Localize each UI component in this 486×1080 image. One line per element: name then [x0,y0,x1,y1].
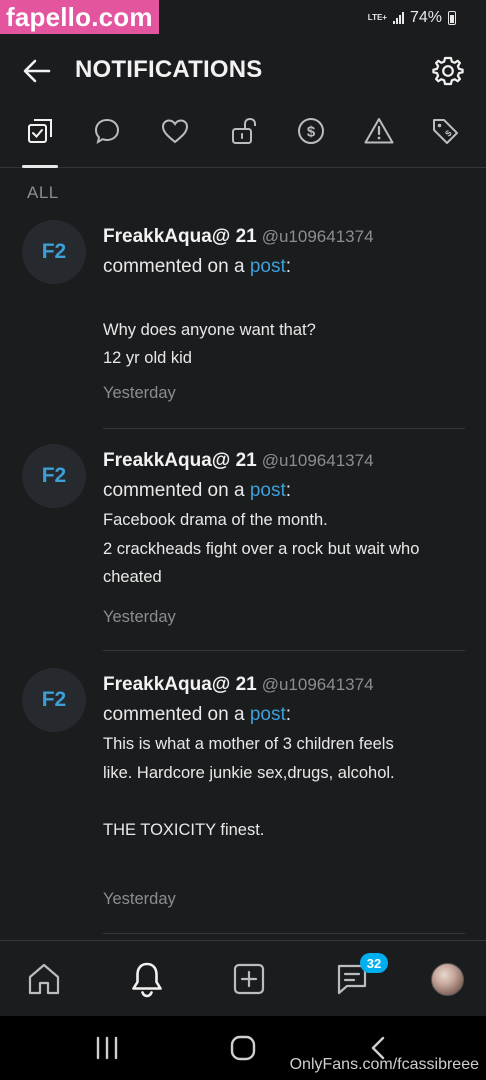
notification-body: FreakkAqua@ 21 @u109641374 commented on a… [103,448,473,626]
notification-body: FreakkAqua@ 21 @u109641374 commented on a… [103,224,473,402]
checklist-icon [28,119,52,143]
timestamp: Yesterday [103,890,176,908]
add-post-icon [233,963,265,995]
comment-text: This is what a mother of 3 children feel… [103,730,473,844]
status-indicators: LTE+ 74% [368,9,456,27]
comment-icon [94,118,120,145]
home-system-button[interactable] [228,1034,258,1062]
post-link[interactable]: post [250,704,286,725]
user-handle[interactable]: @u109641374 [262,675,374,694]
page-title: NOTIFICATIONS [75,56,263,83]
action-line: commented on a post: [103,701,473,729]
nav-notifications[interactable] [127,959,167,999]
avatar[interactable]: F2 [22,444,86,508]
notification-item[interactable]: F2 FreakkAqua@ 21 @u109641374 commented o… [0,668,486,938]
comment-line: THE TOXICITY finest. [103,820,265,839]
system-nav-bar: OnlyFans.com/fcassibreee [0,1016,486,1080]
name-line: FreakkAqua@ 21 @u109641374 [103,448,473,474]
comment-line: cheated [103,568,162,586]
messages-badge: 32 [360,953,388,973]
action-line: commented on a post: [103,477,473,505]
watermark-text: OnlyFans.com/fcassibreee [289,1056,479,1073]
notification-body: FreakkAqua@ 21 @u109641374 commented on a… [103,672,473,908]
dollar-icon: $ [298,118,324,144]
comment-line: 12 yr old kid [103,349,192,367]
divider [103,650,465,651]
action-suffix: : [285,480,292,501]
back-arrow-icon [23,59,51,83]
user-name[interactable]: FreakkAqua@ 21 [103,226,257,247]
post-link[interactable]: post [250,256,286,277]
notification-filter-tabs: $ $ [0,104,486,168]
timestamp: Yesterday [103,384,176,402]
user-name[interactable]: FreakkAqua@ 21 [103,450,257,471]
warning-icon [364,118,394,144]
gear-icon [432,56,464,86]
action-suffix: : [285,256,292,277]
comment-text: Facebook drama of the month. 2 crackhead… [103,506,473,592]
avatar[interactable]: F2 [22,220,86,284]
comment-line: Facebook drama of the month. [103,511,328,529]
active-tab-indicator [22,165,58,168]
name-line: FreakkAqua@ 21 @u109641374 [103,224,473,250]
circle-home-icon [230,1035,256,1061]
tab-comments[interactable] [90,114,124,148]
divider [103,428,465,429]
tag-icon: $ [433,119,458,144]
battery-percent: 74% [409,9,442,26]
tab-promotions[interactable]: $ [428,114,462,148]
comment-line [103,787,473,816]
bottom-nav: 32 [0,940,486,1016]
user-name[interactable]: FreakkAqua@ 21 [103,674,257,695]
action-text: commented on a [103,704,250,725]
notification-item[interactable]: F2 FreakkAqua@ 21 @u109641374 commented o… [0,444,486,668]
tab-alerts[interactable] [362,114,396,148]
comment-text: Why does anyone want that? 12 yr old kid [103,287,473,373]
action-text: commented on a [103,480,250,501]
home-icon [28,963,60,995]
tab-tips[interactable]: $ [294,114,328,148]
tab-subscriptions[interactable] [226,114,260,148]
comment-line: This is what a mother of 3 children feel… [103,735,394,753]
user-handle[interactable]: @u109641374 [262,451,374,470]
avatar[interactable]: F2 [22,668,86,732]
name-line: FreakkAqua@ 21 @u109641374 [103,672,473,698]
filter-label: ALL [27,183,59,202]
header: NOTIFICATIONS [0,44,486,98]
status-bar: fapello.com LTE+ 74% [0,0,486,34]
divider [103,933,465,934]
recent-apps-button[interactable] [92,1034,122,1062]
comment-line [103,287,473,316]
action-text: commented on a [103,256,250,277]
heart-icon [161,119,189,144]
post-link[interactable]: post [250,480,286,501]
nav-add-post[interactable] [229,959,269,999]
network-type: LTE+ [367,13,387,22]
signal-icon [392,12,404,24]
settings-button[interactable] [432,55,464,87]
profile-avatar[interactable] [431,963,464,996]
back-button[interactable] [22,58,52,84]
comment-line: 2 crackheads fight over a rock but wait … [103,539,420,558]
user-handle[interactable]: @u109641374 [262,227,374,246]
bell-icon [132,962,162,998]
tab-likes[interactable] [158,114,192,148]
action-suffix: : [285,704,292,725]
comment-line: Why does anyone want that? [103,320,316,339]
notification-item[interactable]: F2 FreakkAqua@ 21 @u109641374 commented o… [0,220,486,444]
unlock-icon [232,117,256,144]
battery-icon [448,11,456,25]
action-line: commented on a post: [103,253,473,281]
watermark-badge: fapello.com [0,0,159,34]
notifications-screen: fapello.com LTE+ 74% NOTIFICATIONS $ $ A… [0,0,486,1080]
timestamp: Yesterday [103,608,176,626]
recent-apps-icon [96,1036,118,1060]
svg-text:$: $ [307,124,316,141]
comment-line: like. Hardcore junkie sex,drugs, alcohol… [103,763,395,782]
tab-all[interactable] [23,114,57,148]
nav-home[interactable] [24,959,64,999]
